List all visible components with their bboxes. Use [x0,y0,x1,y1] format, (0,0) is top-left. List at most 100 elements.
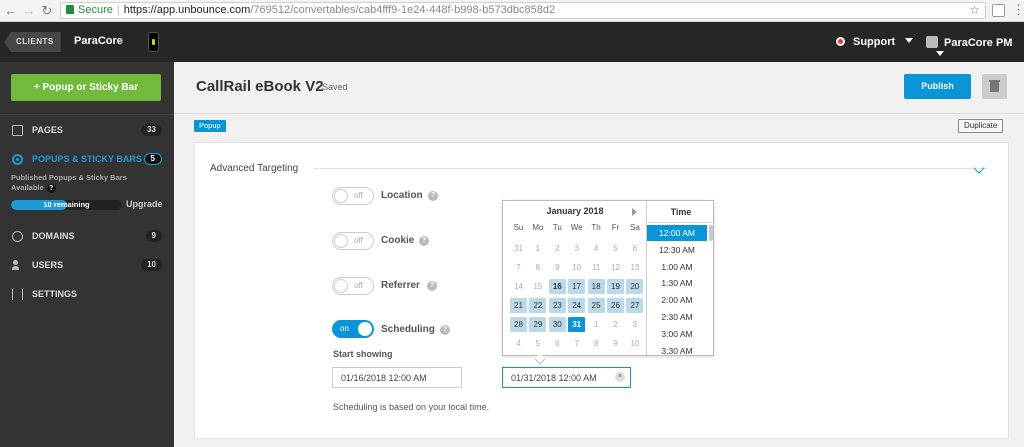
address-bar[interactable]: Secure | https://app.unbounce.com/769512/c… [60,2,986,19]
extension-icon[interactable] [992,4,1005,17]
sidebar-item-users[interactable]: USERS 10 [0,256,174,274]
calendar-day[interactable]: 31 [510,241,527,256]
calendar-day[interactable]: 10 [568,260,585,275]
calendar-day[interactable]: 15 [529,279,546,294]
calendar-day[interactable]: 10 [626,336,643,351]
calendar-day[interactable]: 3 [568,241,585,256]
calendar-day[interactable]: 4 [510,336,527,351]
calendar-day[interactable]: 26 [607,298,624,313]
calendar-day[interactable]: 31 [568,317,586,332]
sidebar-item-label: POPUPS & STICKY BARS [32,154,142,164]
help-icon[interactable]: ? [427,281,437,291]
forward-icon[interactable]: → [22,3,36,19]
time-option[interactable]: 1:30 AM [647,275,707,291]
time-option[interactable]: 2:00 AM [647,292,707,308]
location-label: Location [381,190,423,201]
toggle-knob [358,322,372,336]
toggle-state: off [354,191,363,200]
reload-icon[interactable]: ↻ [40,3,54,19]
time-scrollbar[interactable] [709,225,713,241]
page-header: CallRail eBook V2 Saved Publish [174,62,1024,112]
time-option[interactable]: 2:30 AM [647,309,707,325]
start-date-input[interactable] [332,367,462,388]
account-menu[interactable]: ParaCore PM [926,36,1024,61]
support-menu[interactable]: Support [836,36,914,48]
sidebar-item-pages[interactable]: PAGES 33 [0,121,174,139]
calendar-day[interactable]: 4 [588,241,605,256]
time-option[interactable]: 3:30 AM [647,343,707,359]
calendar-day[interactable]: 8 [529,260,546,275]
weekday-label: Mo [532,223,544,232]
calendar-day[interactable]: 1 [588,317,605,332]
calendar-day[interactable]: 25 [587,298,605,313]
sidebar-item-settings[interactable]: SETTINGS [0,285,174,303]
calendar-day[interactable]: 9 [549,260,566,275]
calendar-day[interactable]: 17 [568,279,586,294]
sidebar-item-popups[interactable]: POPUPS & STICKY BARS 5 [0,150,174,168]
help-icon[interactable]: ? [46,184,56,193]
calendar-day[interactable]: 21 [510,298,527,313]
calendar-day[interactable]: 7 [510,260,527,275]
time-option[interactable]: 12:30 AM [647,242,707,258]
calendar-day[interactable]: 27 [626,298,644,313]
help-icon[interactable]: ? [440,325,450,335]
calendar-day[interactable]: 13 [626,260,643,275]
duplicate-button[interactable]: Duplicate [958,119,1004,133]
weekday-label: Fr [611,223,620,232]
calendar-day[interactable]: 12 [607,260,624,275]
next-month-icon[interactable] [632,208,637,216]
calendar-day[interactable]: 11 [588,260,605,275]
sidebar-item-domains[interactable]: DOMAINS 9 [0,227,174,245]
help-icon[interactable]: ? [419,236,429,246]
calendar-day[interactable]: 9 [607,336,624,351]
clients-button[interactable]: CLIENTS [4,32,61,52]
calendar-day[interactable]: 2 [607,317,624,332]
browser-menu-icon[interactable]: ⋮ [1012,2,1024,18]
trash-icon[interactable] [982,74,1007,99]
publish-button[interactable]: Publish [904,74,971,99]
time-option[interactable]: 3:00 AM [647,326,707,342]
toggle-knob [334,189,348,203]
account-label: ParaCore PM [944,37,1013,49]
calendar-day[interactable]: 6 [549,336,566,351]
calendar-day[interactable]: 24 [568,298,586,313]
help-icon[interactable]: ? [428,191,438,201]
end-date-input[interactable] [502,367,631,388]
time-option[interactable]: 12:00 AM [647,225,707,241]
add-popup-button[interactable]: + Popup or Sticky Bar [11,74,161,101]
chevron-down-icon[interactable] [973,162,985,174]
calendar-day[interactable]: 5 [529,336,546,351]
calendar-day[interactable]: 16 [548,279,566,294]
scheduling-toggle[interactable]: on [332,320,374,338]
cookie-toggle[interactable]: off [332,232,374,250]
calendar-day[interactable]: 30 [548,317,566,332]
calendar-day[interactable]: 7 [568,336,585,351]
clear-icon[interactable]: × [615,372,625,382]
caret-down-icon [905,38,914,43]
calendar-day[interactable]: 2 [549,241,566,256]
save-status: Saved [322,82,348,92]
calendar-day[interactable]: 5 [607,241,624,256]
calendar-day[interactable]: 14 [510,279,527,294]
calendar-day[interactable]: 8 [588,336,605,351]
star-icon[interactable]: ☆ [969,3,980,18]
calendar-day[interactable]: 18 [587,279,605,294]
location-toggle[interactable]: off [332,187,374,205]
calendar-day[interactable]: 6 [626,241,643,256]
back-icon[interactable]: ← [4,3,18,19]
time-option[interactable]: 1:00 AM [647,259,707,275]
calendar-day[interactable]: 23 [548,298,566,313]
calendar-month: January 2018 [546,206,604,216]
url-host: https://app.unbounce.com [123,4,251,16]
calendar-day[interactable]: 19 [607,279,624,294]
calendar-day[interactable]: 20 [626,279,644,294]
calendar-day[interactable]: 28 [510,317,527,332]
section-title[interactable]: Advanced Targeting [210,163,298,174]
referrer-toggle[interactable]: off [332,277,374,295]
sidebar-item-label: DOMAINS [32,231,75,241]
calendar-day[interactable]: 1 [529,241,546,256]
calendar-day[interactable]: 3 [626,317,643,332]
upgrade-link[interactable]: Upgrade [126,199,163,209]
calendar-day[interactable]: 29 [529,317,547,332]
calendar-day[interactable]: 22 [529,298,547,313]
